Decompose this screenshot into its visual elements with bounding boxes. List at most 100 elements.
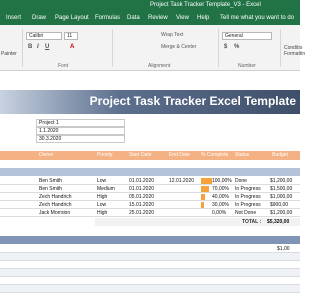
- progress-bar: [201, 186, 209, 192]
- table-row[interactable]: [0, 253, 300, 261]
- cell-budget: $1,000,00: [270, 194, 293, 200]
- table-row[interactable]: Zech Handrich Low 15.01.2020 30,00% In P…: [0, 201, 300, 209]
- col-owner: Owner: [39, 152, 54, 158]
- col-end-date: End Date: [169, 152, 190, 158]
- cell-priority: Low: [97, 202, 107, 208]
- group-alignment-label: Alignment: [148, 63, 171, 69]
- table-row[interactable]: Ben Smith Medium 01.01.2020 70,00% In Pr…: [0, 185, 300, 193]
- cell-start: 01.01.2020: [129, 186, 155, 192]
- col-budget: Budget: [272, 152, 288, 158]
- cell-owner: Ben Smith: [39, 186, 63, 192]
- table-header: Owner Priority Start Date End Date % Com…: [0, 151, 300, 160]
- tab-data[interactable]: Data: [127, 13, 140, 23]
- table-row[interactable]: Zech Handrich High 05.01.2020 40,00% In …: [0, 193, 300, 201]
- total-row: TOTAL : $5,320,00: [95, 218, 300, 226]
- progress-bar: [201, 194, 206, 200]
- cell-priority: High: [97, 194, 108, 200]
- sheet-title: Project Task Tracker Excel Template: [89, 94, 296, 108]
- cell-budget: $1,200,00: [270, 210, 293, 216]
- tab-draw[interactable]: Draw: [32, 13, 46, 23]
- format-painter-label[interactable]: Painter: [1, 51, 17, 57]
- underline-button[interactable]: U: [45, 44, 49, 50]
- tab-view[interactable]: View: [176, 13, 189, 23]
- cell-start: 01.01.2020: [129, 178, 155, 184]
- cell-start: 05.01.2020: [129, 194, 155, 200]
- col-percent-complete: % Complete: [201, 152, 229, 158]
- cell-percent: 30,00%: [212, 202, 229, 208]
- cell-status: In Progress: [235, 202, 261, 208]
- project-end-cell[interactable]: 30.3.2020: [36, 135, 125, 143]
- conditional-formatting-label-2[interactable]: Formattin: [284, 51, 305, 57]
- currency-button[interactable]: $: [224, 44, 227, 50]
- font-size-select[interactable]: 11: [64, 32, 78, 40]
- cell-owner: Ben Smith: [39, 178, 63, 184]
- cell-owner: Zech Handrich: [39, 194, 72, 200]
- total-label: TOTAL :: [242, 219, 262, 225]
- number-format-select[interactable]: General: [222, 32, 272, 40]
- tab-page-layout[interactable]: Page Layout: [55, 13, 89, 23]
- cell-budget: $1,500,00: [270, 186, 293, 192]
- section-row: [0, 236, 300, 244]
- cell-priority: Medium: [97, 186, 115, 192]
- cell-percent: 0,00%: [212, 210, 227, 216]
- ribbon: Painter Calibri 11 B I U A Font Wrap Tex…: [0, 25, 305, 71]
- section-row: [0, 168, 300, 176]
- cell-status: In Progress: [235, 186, 261, 192]
- progress-bar: [201, 202, 205, 208]
- col-status: Status: [235, 152, 250, 158]
- cell-budget: $1,00: [277, 246, 290, 252]
- tab-help[interactable]: Help: [197, 13, 209, 23]
- table-row[interactable]: [0, 269, 300, 277]
- ribbon-tabs: Insert Draw Page Layout Formulas Data Re…: [0, 11, 300, 25]
- cell-owner: Zech Handrich: [39, 202, 72, 208]
- cell-percent: 70,00%: [212, 186, 229, 192]
- cell-start: 25.01.2020: [129, 210, 155, 216]
- cell-status: In Progress: [235, 194, 261, 200]
- table-row[interactable]: [0, 293, 300, 300]
- cell-status: Done: [235, 178, 247, 184]
- table-row[interactable]: [0, 285, 300, 293]
- cell-owner: Jack Morrsion: [39, 210, 71, 216]
- group-number-label: Number: [238, 63, 256, 69]
- total-value: $5,320,00: [267, 219, 290, 225]
- cell-budget: $900,00: [270, 202, 289, 208]
- font-color-button[interactable]: A: [70, 44, 74, 50]
- cell-budget: $1,200,00: [270, 178, 293, 184]
- group-font-label: Font: [58, 63, 69, 69]
- title-bar: Project Task Tracker Template_V3 - Excel: [0, 0, 300, 11]
- ribbon-separator: [22, 29, 23, 67]
- cell-priority: Low: [97, 178, 107, 184]
- project-start-cell[interactable]: 1.1.2020: [36, 127, 125, 135]
- title-banner: Project Task Tracker Excel Template: [0, 90, 300, 114]
- wrap-text-button[interactable]: Wrap Text: [161, 32, 183, 38]
- col-start-date: Start Date: [129, 152, 152, 158]
- table-row[interactable]: [0, 261, 300, 269]
- ribbon-separator: [112, 29, 113, 67]
- progress-bar: [201, 178, 212, 184]
- tell-me-search[interactable]: Tell me what you want to do: [220, 13, 294, 23]
- table-row[interactable]: Jack Morrsion High 25.01.2020 0,00% Not …: [0, 209, 300, 217]
- tab-review[interactable]: Review: [148, 13, 168, 23]
- table-row[interactable]: Ben Smith Low 01.01.2020 12.01.2020 100,…: [0, 177, 300, 185]
- cell-priority: High: [97, 210, 108, 216]
- cell-start: 15.01.2020: [129, 202, 155, 208]
- bold-button[interactable]: B: [28, 44, 32, 50]
- ribbon-separator: [280, 29, 281, 67]
- percent-button[interactable]: %: [234, 44, 239, 50]
- font-name-select[interactable]: Calibri: [26, 32, 62, 40]
- ribbon-separator: [218, 29, 219, 67]
- cell-end: 12.01.2020: [169, 178, 195, 184]
- col-priority: Priority: [97, 152, 113, 158]
- tab-formulas[interactable]: Formulas: [95, 13, 120, 23]
- cell-percent: 100,00%: [212, 178, 232, 184]
- cell-status: Not Done: [235, 210, 257, 216]
- merge-center-button[interactable]: Merge & Center: [161, 44, 196, 50]
- project-info: Project 1 1.1.2020 30.3.2020: [0, 119, 125, 143]
- table-row[interactable]: [0, 277, 300, 285]
- worksheet[interactable]: Project Task Tracker Excel Template Proj…: [0, 71, 300, 300]
- window-title: Project Task Tracker Template_V3 - Excel: [150, 2, 261, 8]
- project-name-cell[interactable]: Project 1: [36, 119, 125, 127]
- tab-insert[interactable]: Insert: [6, 13, 21, 23]
- table-row[interactable]: $1,00: [0, 245, 300, 253]
- italic-button[interactable]: I: [37, 44, 39, 50]
